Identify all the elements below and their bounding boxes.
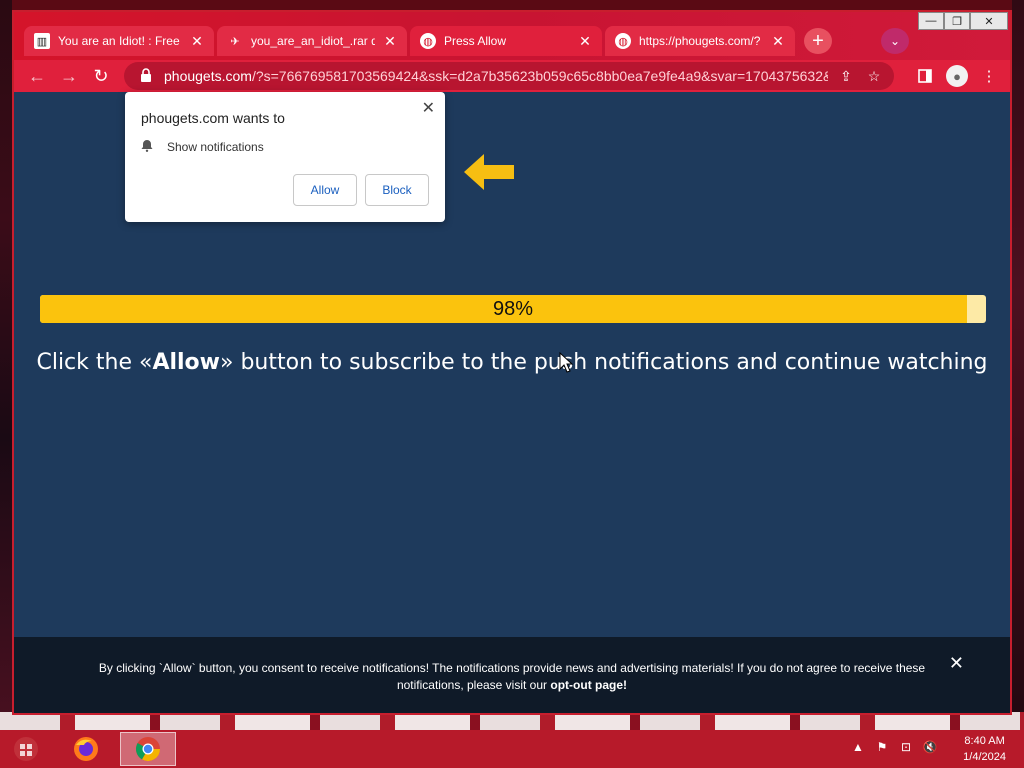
tab-close-icon[interactable]: ✕ [771,33,785,50]
chrome-icon [135,737,160,762]
taskbar-firefox[interactable] [58,732,114,766]
bell-icon [141,139,153,155]
tab-rar-download[interactable]: ✈ you_are_an_idiot_.rar de ✕ [217,26,407,56]
headline-allow: Allow [152,350,220,375]
tab-phougets[interactable]: ◍ https://phougets.com/? ✕ [605,26,795,56]
url-path: /?s=766769581703569424&ssk=d2a7b35623b05… [251,68,828,84]
permission-row: Show notifications [141,139,264,155]
lock-icon[interactable] [136,67,156,85]
headline-text: Click the «Allow» button to subscribe to… [14,350,1010,375]
tray-flag-icon[interactable]: ⚑ [874,740,890,754]
menu-button[interactable]: ⋮ [976,64,1002,88]
forward-button[interactable]: → [56,64,82,88]
close-window-button[interactable]: ✕ [970,12,1008,30]
tab-title: https://phougets.com/? [639,34,761,48]
tab-title: you_are_an_idiot_.rar de [251,34,375,48]
progress-bar: 98% [40,295,986,323]
allow-button[interactable]: Allow [293,174,357,206]
globe-icon: ◍ [615,33,631,49]
url-text[interactable]: phougets.com/?s=766769581703569424&ssk=d… [164,68,828,84]
taskbar: ▲ ⚑ ⊡ 🔇 8:40 AM 1/4/2024 [0,730,1024,768]
side-panel-button[interactable] [912,64,938,88]
reload-button[interactable]: ↻ [88,64,114,88]
consent-message: By clicking `Allow` button, you consent … [98,661,926,692]
share-icon[interactable]: ⇪ [836,68,856,85]
tab-close-icon[interactable]: ✕ [383,33,397,50]
tray-show-hidden-icon[interactable]: ▲ [850,740,866,754]
tab-title: You are an Idiot! : Free D [58,34,182,48]
clock-time: 8:40 AM [964,735,1005,747]
avatar-icon: ● [946,65,968,87]
consent-banner: By clicking `Allow` button, you consent … [14,637,1010,713]
tab-title: Press Allow [444,34,507,48]
opt-out-link[interactable]: opt-out page! [550,678,627,692]
tray-volume-icon[interactable]: 🔇 [922,740,938,754]
plane-icon: ✈ [230,35,240,48]
block-button[interactable]: Block [365,174,429,206]
new-tab-button[interactable]: + [804,28,832,54]
bookmark-star-icon[interactable]: ☆ [864,68,884,85]
progress-label: 98% [492,297,534,320]
desktop-wallpaper-left [0,0,12,730]
tab-press-allow[interactable]: ◍ Press Allow ✕ [410,26,602,56]
mouse-cursor-icon [559,352,574,373]
back-button[interactable]: ← [24,64,50,88]
pointer-arrow-icon [464,154,514,190]
consent-text: By clicking `Allow` button, you consent … [94,660,930,694]
museum-icon: ▥ [34,33,50,49]
restore-button[interactable]: ❐ [944,12,970,30]
start-button[interactable] [10,734,42,764]
url-domain: phougets.com [164,68,252,84]
tab-close-icon[interactable]: ✕ [190,33,204,50]
minimize-button[interactable]: — [918,12,944,30]
headline-before: Click the « [36,350,153,375]
tab-close-icon[interactable]: ✕ [578,33,592,50]
profile-button[interactable]: ● [944,64,970,88]
notification-permission-popup: phougets.com wants to ✕ Show notificatio… [125,92,445,222]
tab-search-button[interactable]: ⌄ [881,28,909,54]
tray-network-icon[interactable]: ⊡ [898,740,914,754]
tab-strip: ▥ You are an Idiot! : Free D ✕ ✈ you_are… [14,12,1010,60]
permission-title: phougets.com wants to [141,110,285,126]
globe-icon: ◍ [420,33,436,49]
firefox-icon [74,737,98,761]
address-bar[interactable]: phougets.com/?s=766769581703569424&ssk=d… [124,62,894,90]
tab-you-are-an-idiot[interactable]: ▥ You are an Idiot! : Free D ✕ [24,26,214,56]
permission-label: Show notifications [167,140,264,154]
taskbar-clock[interactable]: 8:40 AM 1/4/2024 [963,733,1006,765]
clock-date: 1/4/2024 [963,751,1006,763]
browser-window: ▥ You are an Idiot! : Free D ✕ ✈ you_are… [12,10,1012,715]
desktop-wallpaper-right [1012,0,1024,730]
headline-after: » button to subscribe to the push notifi… [220,350,988,375]
consent-close-button[interactable]: ✕ [949,653,964,674]
browser-toolbar: ← → ↻ phougets.com/?s=766769581703569424… [14,60,1010,92]
taskbar-chrome[interactable] [120,732,176,766]
permission-close-button[interactable]: ✕ [422,98,435,118]
